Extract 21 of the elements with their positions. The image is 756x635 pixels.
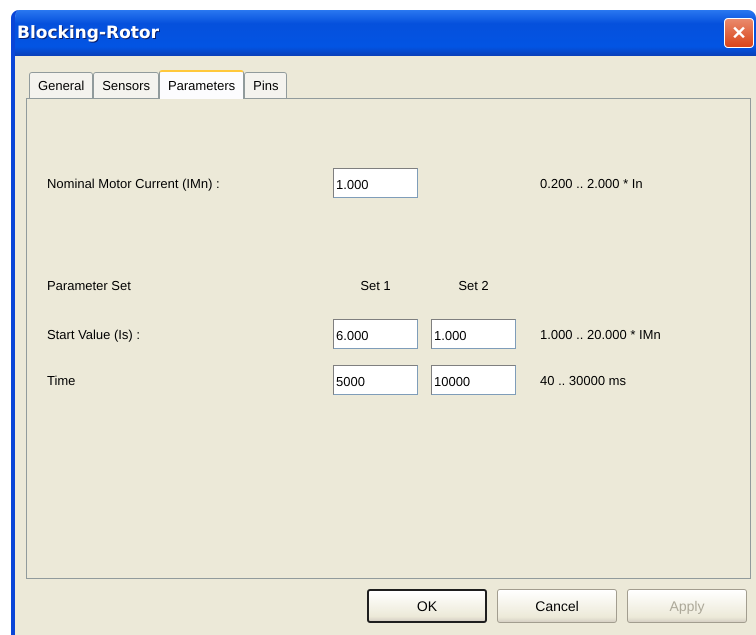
input-field[interactable]: 6.000 (333, 319, 418, 349)
tab[interactable]: Sensors (93, 72, 159, 98)
range-text: 1.000 .. 20.000 * IMn (540, 326, 662, 342)
dialog-button[interactable]: Cancel (497, 589, 617, 623)
field-label: Time (47, 372, 76, 388)
field-label: Start Value (Is) : (47, 326, 141, 342)
input-field[interactable]: 1.000 (333, 168, 418, 198)
range-text: 40 .. 30000 ms (540, 372, 627, 388)
tab[interactable]: Pins (244, 72, 288, 98)
input-field[interactable]: 10000 (431, 365, 516, 395)
column-header: Set 2 (457, 278, 490, 292)
range-text: 0.200 .. 2.000 * In (540, 176, 644, 190)
input-field[interactable]: 1.000 (431, 319, 516, 349)
section-label: Parameter Set (47, 278, 132, 292)
input-field[interactable]: 5000 (333, 365, 418, 395)
column-header: Set 1 (359, 278, 392, 292)
tab[interactable]: General (29, 72, 94, 98)
field-label: Nominal Motor Current (IMn) : (47, 176, 221, 190)
tab[interactable]: Parameters (158, 70, 244, 99)
window-title: Blocking-Rotor (17, 23, 159, 43)
dialog-button[interactable]: OK (367, 589, 487, 623)
